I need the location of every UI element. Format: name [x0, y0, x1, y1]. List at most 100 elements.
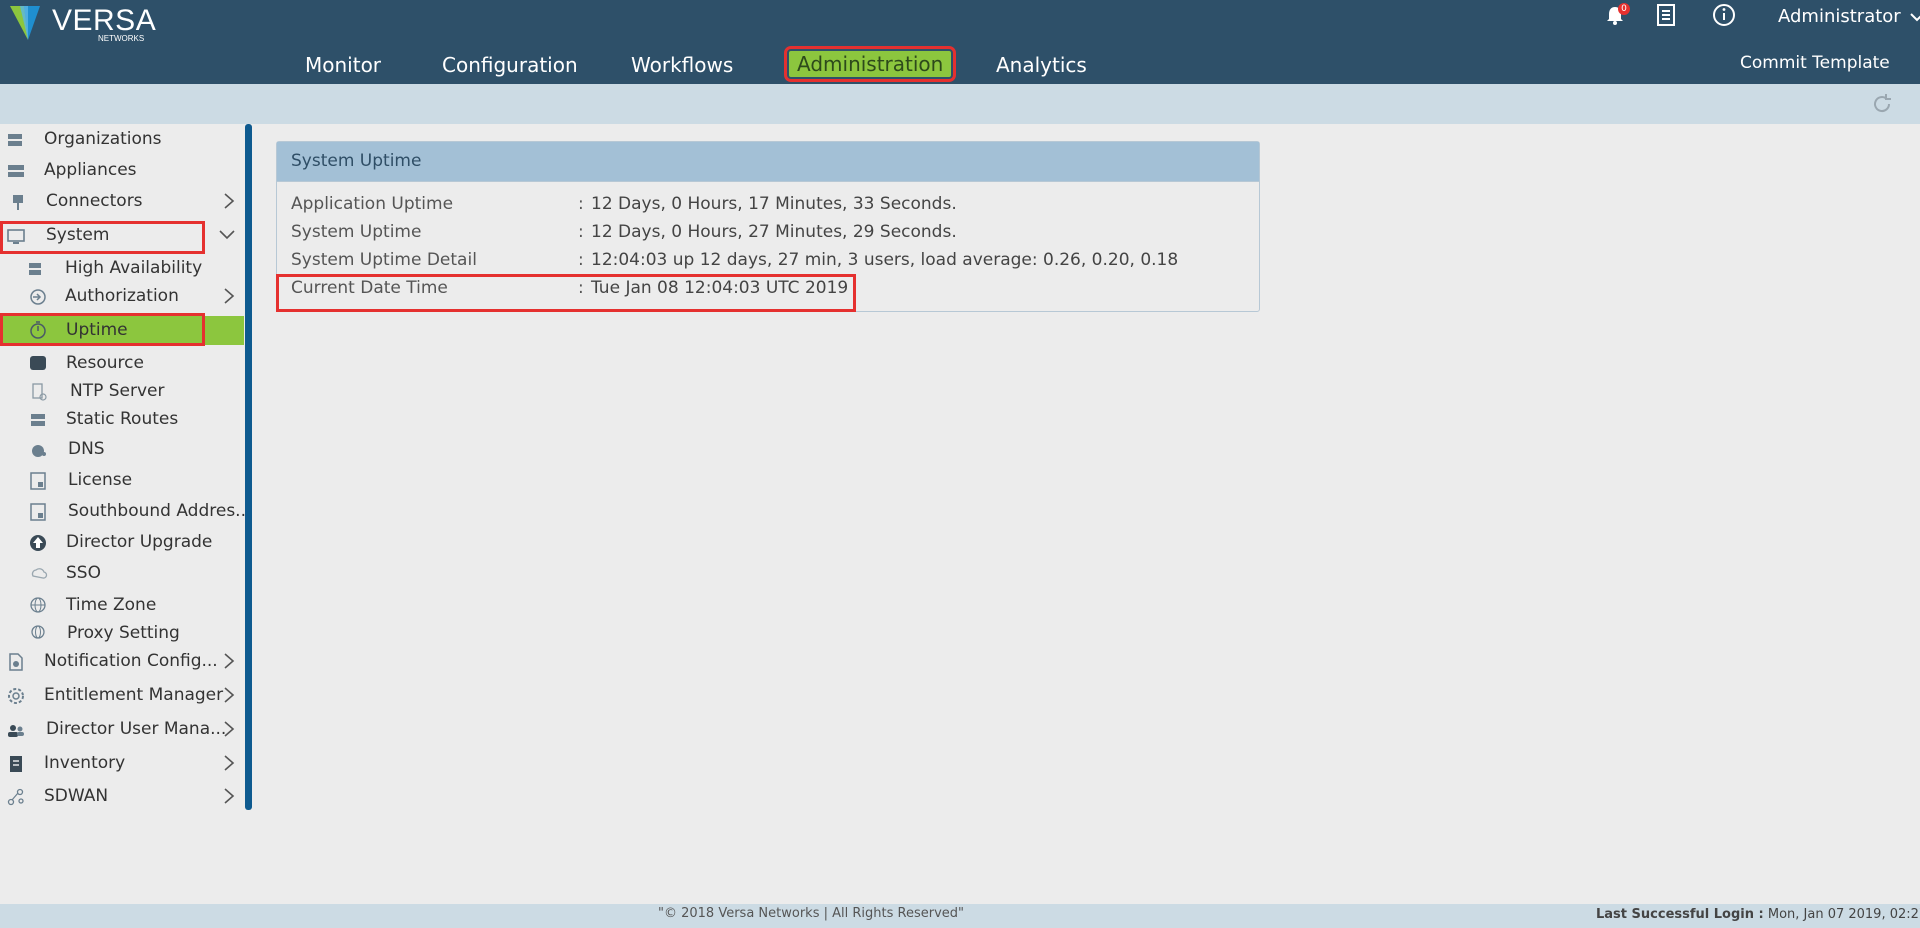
commit-template-button[interactable]: Commit Template — [1740, 53, 1890, 73]
versa-logo[interactable]: VERSA NETWORKS — [6, 2, 156, 44]
sidebar-item-label: Director Upgrade — [66, 532, 213, 552]
sidebar-item-resource[interactable]: Resource — [0, 350, 244, 378]
sidebar-item-label: Uptime — [66, 320, 128, 340]
sidebar-item-dns[interactable]: DNS — [0, 436, 244, 464]
sidebar-item-uptime[interactable]: Uptime — [0, 316, 244, 345]
row-separator: : — [578, 222, 584, 242]
clipboard-icon — [1657, 4, 1675, 26]
sidebar-item-ntp-server[interactable]: NTP Server — [0, 378, 244, 406]
appliances-icon — [8, 165, 24, 177]
nav-workflows[interactable]: Workflows — [631, 52, 733, 78]
sidebar-item-southbound-address[interactable]: Southbound Addres... — [0, 498, 251, 526]
sidebar-item-label: DNS — [68, 439, 105, 459]
chevron-right-icon — [224, 193, 235, 209]
uptime-icon — [30, 321, 46, 339]
users-icon — [8, 725, 24, 737]
refresh-icon — [1874, 94, 1891, 113]
system-uptime-panel: System Uptime Application Uptime : 12 Da… — [276, 141, 1260, 312]
sidebar-item-label: NTP Server — [70, 381, 165, 401]
sidebar-item-director-user-management[interactable]: Director User Mana... — [0, 716, 244, 744]
southbound-icon — [30, 503, 46, 521]
info-button[interactable] — [1712, 3, 1736, 31]
sidebar-item-notification-config[interactable]: Notification Config... — [0, 648, 244, 676]
sidebar-item-label: Notification Config... — [44, 651, 218, 671]
brand-sub: NETWORKS — [98, 34, 145, 43]
row-value: 12:04:03 up 12 days, 27 min, 3 users, lo… — [591, 250, 1179, 270]
director-upgrade-icon — [30, 535, 46, 551]
sidebar-item-label: License — [68, 470, 133, 490]
row-key: System Uptime — [291, 222, 422, 242]
last-login-value: Mon, Jan 07 2019, 02:27 — [1763, 907, 1920, 922]
top-header: VERSA NETWORKS Monitor Configuration Wor… — [0, 0, 1920, 84]
inventory-icon — [10, 756, 22, 772]
nav-analytics[interactable]: Analytics — [996, 52, 1087, 78]
info-icon — [1713, 4, 1735, 26]
high-availability-icon — [29, 263, 41, 275]
chevron-right-icon — [224, 721, 235, 737]
chevron-down-icon — [1910, 13, 1920, 22]
row-value: 12 Days, 0 Hours, 27 Minutes, 29 Seconds… — [591, 222, 957, 242]
chevron-down-icon — [219, 230, 235, 240]
copyright: "© 2018 Versa Networks | All Rights Rese… — [658, 906, 964, 921]
sidebar-item-connectors[interactable]: Connectors — [0, 188, 244, 216]
refresh-button[interactable] — [1870, 92, 1894, 116]
sidebar-item-static-routes[interactable]: Static Routes — [0, 406, 244, 434]
logo-text: VERSA — [52, 6, 156, 36]
sidebar-item-time-zone[interactable]: Time Zone — [0, 592, 244, 620]
nav-administration[interactable]: Administration — [783, 46, 957, 82]
notification-config-icon — [9, 653, 23, 671]
sidebar-item-label: Director User Mana... — [46, 719, 227, 739]
row-separator: : — [578, 278, 584, 298]
sidebar-item-organizations[interactable]: Organizations — [0, 126, 244, 154]
sidebar-item-entitlement-manager[interactable]: Entitlement Manager — [0, 682, 244, 710]
sidebar-item-inventory[interactable]: Inventory — [0, 750, 244, 778]
dns-icon — [32, 445, 46, 457]
system-icon — [7, 229, 25, 244]
user-name: Administrator — [1778, 6, 1901, 27]
sidebar-item-label: SSO — [66, 563, 101, 583]
tasks-button[interactable] — [1656, 3, 1676, 31]
sidebar-item-label: System — [46, 225, 110, 245]
chevron-right-icon — [224, 788, 235, 804]
organizations-icon — [8, 134, 22, 146]
sidebar-item-label: Resource — [66, 353, 144, 373]
sidebar-item-proxy-setting[interactable]: Proxy Setting — [0, 620, 244, 648]
sidebar-scrollbar[interactable] — [245, 124, 252, 810]
sidebar-item-sdwan[interactable]: SDWAN — [0, 783, 244, 811]
sidebar-item-label: Organizations — [44, 129, 162, 149]
sidebar-item-label: Static Routes — [66, 409, 179, 429]
sidebar-item-label: Entitlement Manager — [44, 685, 224, 705]
row-separator: : — [578, 250, 584, 270]
nav-monitor[interactable]: Monitor — [305, 52, 381, 78]
sidebar-item-authorization[interactable]: Authorization — [0, 283, 244, 311]
connectors-icon — [13, 195, 23, 210]
ntp-server-icon — [32, 383, 47, 401]
sidebar-item-label: Southbound Addres... — [68, 501, 252, 521]
proxy-setting-icon — [31, 625, 45, 639]
time-zone-icon — [30, 597, 46, 613]
chevron-right-icon — [224, 755, 235, 771]
sidebar-item-label: Proxy Setting — [67, 623, 180, 643]
sidebar-item-license[interactable]: License — [0, 467, 244, 495]
row-key: Current Date Time — [291, 278, 448, 298]
sidebar-item-label: Appliances — [44, 160, 137, 180]
sidebar: Organizations Appliances Connectors Syst… — [0, 124, 251, 811]
versa-logo-icon — [10, 6, 40, 40]
sidebar-item-system[interactable]: System — [0, 222, 244, 250]
last-login-label: Last Successful Login : — [1596, 907, 1764, 922]
user-menu[interactable]: Administrator — [1778, 6, 1920, 27]
row-key: System Uptime Detail — [291, 250, 477, 270]
sidebar-item-appliances[interactable]: Appliances — [0, 157, 244, 185]
row-value: Tue Jan 08 12:04:03 UTC 2019 — [591, 278, 849, 298]
resource-icon — [30, 356, 46, 370]
sidebar-item-label: Connectors — [46, 191, 143, 211]
sidebar-item-label: Authorization — [65, 286, 179, 306]
sidebar-item-high-availability[interactable]: High Availability — [0, 255, 244, 283]
sidebar-item-label: Inventory — [44, 753, 126, 773]
toolbar — [0, 84, 1920, 124]
sidebar-item-director-upgrade[interactable]: Director Upgrade — [0, 529, 244, 557]
sidebar-item-sso[interactable]: SSO — [0, 560, 244, 588]
sdwan-icon — [7, 788, 24, 806]
nav-configuration[interactable]: Configuration — [442, 52, 578, 78]
chevron-right-icon — [224, 288, 235, 304]
